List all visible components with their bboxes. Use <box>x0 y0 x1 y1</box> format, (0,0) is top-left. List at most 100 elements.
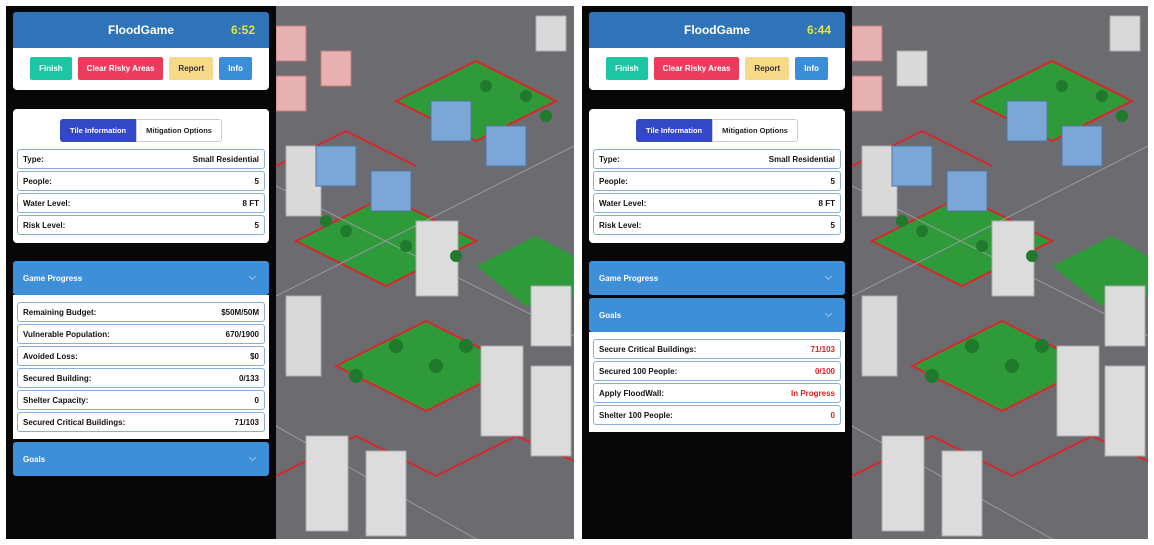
tab-tile-information[interactable]: Tile Information <box>60 119 137 142</box>
row-value: Small Residential <box>192 154 259 164</box>
game-progress-section: Game Progress Remaining Budget: $50M/50M … <box>13 261 269 439</box>
tile-row-risk-level: Risk Level: 5 <box>17 215 265 235</box>
isometric-city-map[interactable] <box>852 6 1148 539</box>
countdown-timer: 6:44 <box>806 23 831 37</box>
tile-info-list: Type: Small Residential People: 5 Water Le… <box>13 149 269 243</box>
tab-tile-information[interactable]: Tile Information <box>636 119 713 142</box>
progress-row-critical-buildings: Secured Critical Buildings: 71/103 <box>17 412 265 432</box>
tile-row-people: People: 5 <box>17 171 265 191</box>
chevron-down-icon <box>824 309 833 318</box>
goal-row-floodwall: Apply FloodWall: In Progress <box>593 383 841 403</box>
tile-tabs: Tile Information Mitigation Options <box>589 109 845 149</box>
tile-info-card: Tile Information Mitigation Options Type… <box>589 109 845 243</box>
row-label: Secure Critical Buildings: <box>599 344 697 354</box>
game-progress-accordion[interactable]: Game Progress <box>589 261 845 295</box>
row-value: Small Residential <box>768 154 835 164</box>
goal-row-shelter-people: Shelter 100 People: 0 <box>593 405 841 425</box>
city-map-viewport[interactable] <box>276 6 574 539</box>
row-label: People: <box>23 176 52 186</box>
tile-row-type: Type: Small Residential <box>593 149 841 169</box>
tile-tabs: Tile Information Mitigation Options <box>13 109 269 149</box>
report-button[interactable]: Report <box>169 57 214 80</box>
sidebar: FloodGame 6:44 Finish Clear Risky Areas … <box>582 6 852 539</box>
goals-panel: Secure Critical Buildings: 71/103 Secured… <box>589 332 845 432</box>
clear-risky-areas-button[interactable]: Clear Risky Areas <box>77 57 164 80</box>
tile-info-list: Type: Small Residential People: 5 Water Le… <box>589 149 845 243</box>
row-label: Shelter Capacity: <box>23 395 89 405</box>
game-window-right: FloodGame 6:44 Finish Clear Risky Areas … <box>582 6 1148 539</box>
progress-row-shelter-capacity: Shelter Capacity: 0 <box>17 390 265 410</box>
title-bar: FloodGame 6:52 <box>13 12 269 48</box>
row-label: People: <box>599 176 628 186</box>
row-value: In Progress <box>790 388 835 398</box>
finish-button[interactable]: Finish <box>606 57 648 80</box>
accordion-label: Goals <box>23 454 46 464</box>
chevron-down-icon <box>248 453 257 462</box>
row-value: 0 <box>254 395 259 405</box>
row-value: 0/100 <box>814 366 835 376</box>
tab-mitigation-options[interactable]: Mitigation Options <box>136 119 222 142</box>
row-value: 0/133 <box>238 373 259 383</box>
row-value: 5 <box>830 220 835 230</box>
row-label: Secured 100 People: <box>599 366 678 376</box>
chevron-down-icon <box>824 272 833 281</box>
row-label: Remaining Budget: <box>23 307 97 317</box>
accordion-label: Game Progress <box>599 273 659 283</box>
action-buttons: Finish Clear Risky Areas Report Info <box>13 48 269 90</box>
row-value: 71/103 <box>810 344 835 354</box>
tile-row-risk-level: Risk Level: 5 <box>593 215 841 235</box>
isometric-city-map[interactable] <box>276 6 574 539</box>
game-header-card: FloodGame 6:44 Finish Clear Risky Areas … <box>589 12 845 90</box>
goal-row-secured-people: Secured 100 People: 0/100 <box>593 361 841 381</box>
tab-mitigation-options[interactable]: Mitigation Options <box>712 119 798 142</box>
goals-accordion[interactable]: Goals <box>13 442 269 476</box>
chevron-down-icon <box>248 272 257 281</box>
game-title: FloodGame <box>107 23 174 37</box>
row-label: Risk Level: <box>599 220 642 230</box>
row-label: Apply FloodWall: <box>599 388 665 398</box>
title-bar: FloodGame 6:44 <box>589 12 845 48</box>
row-label: Water Level: <box>599 198 647 208</box>
game-window-left: FloodGame 6:52 Finish Clear Risky Areas … <box>6 6 574 539</box>
info-button[interactable]: Info <box>219 57 252 80</box>
game-progress-accordion[interactable]: Game Progress <box>13 261 269 295</box>
info-button[interactable]: Info <box>795 57 828 80</box>
row-label: Water Level: <box>23 198 71 208</box>
row-value: 71/103 <box>234 417 259 427</box>
finish-button[interactable]: Finish <box>30 57 72 80</box>
row-label: Risk Level: <box>23 220 66 230</box>
game-header-card: FloodGame 6:52 Finish Clear Risky Areas … <box>13 12 269 90</box>
game-progress-panel: Remaining Budget: $50M/50M Vulnerable Pop… <box>13 295 269 439</box>
tile-row-people: People: 5 <box>593 171 841 191</box>
row-label: Type: <box>23 154 44 164</box>
tile-row-water-level: Water Level: 8 FT <box>17 193 265 213</box>
goals-accordion[interactable]: Goals <box>589 298 845 332</box>
game-title: FloodGame <box>683 23 750 37</box>
row-label: Avoided Loss: <box>23 351 78 361</box>
row-value: $0 <box>250 351 259 361</box>
row-label: Shelter 100 People: <box>599 410 673 420</box>
row-value: 5 <box>254 176 259 186</box>
progress-row-secured-building: Secured Building: 0/133 <box>17 368 265 388</box>
goal-row-critical-buildings: Secure Critical Buildings: 71/103 <box>593 339 841 359</box>
tile-row-type: Type: Small Residential <box>17 149 265 169</box>
city-map-viewport[interactable] <box>852 6 1148 539</box>
clear-risky-areas-button[interactable]: Clear Risky Areas <box>653 57 740 80</box>
row-value: 8 FT <box>818 198 835 208</box>
row-label: Type: <box>599 154 620 164</box>
report-button[interactable]: Report <box>745 57 790 80</box>
tile-row-water-level: Water Level: 8 FT <box>593 193 841 213</box>
row-value: 670/1900 <box>225 329 259 339</box>
progress-row-budget: Remaining Budget: $50M/50M <box>17 302 265 322</box>
tile-info-card: Tile Information Mitigation Options Type… <box>13 109 269 243</box>
row-label: Secured Building: <box>23 373 92 383</box>
sidebar: FloodGame 6:52 Finish Clear Risky Areas … <box>6 6 276 539</box>
accordion-label: Goals <box>599 310 622 320</box>
row-value: 0 <box>830 410 835 420</box>
row-label: Secured Critical Buildings: <box>23 417 126 427</box>
row-label: Vulnerable Population: <box>23 329 110 339</box>
row-value: 5 <box>830 176 835 186</box>
row-value: 5 <box>254 220 259 230</box>
accordion-label: Game Progress <box>23 273 83 283</box>
progress-row-avoided-loss: Avoided Loss: $0 <box>17 346 265 366</box>
